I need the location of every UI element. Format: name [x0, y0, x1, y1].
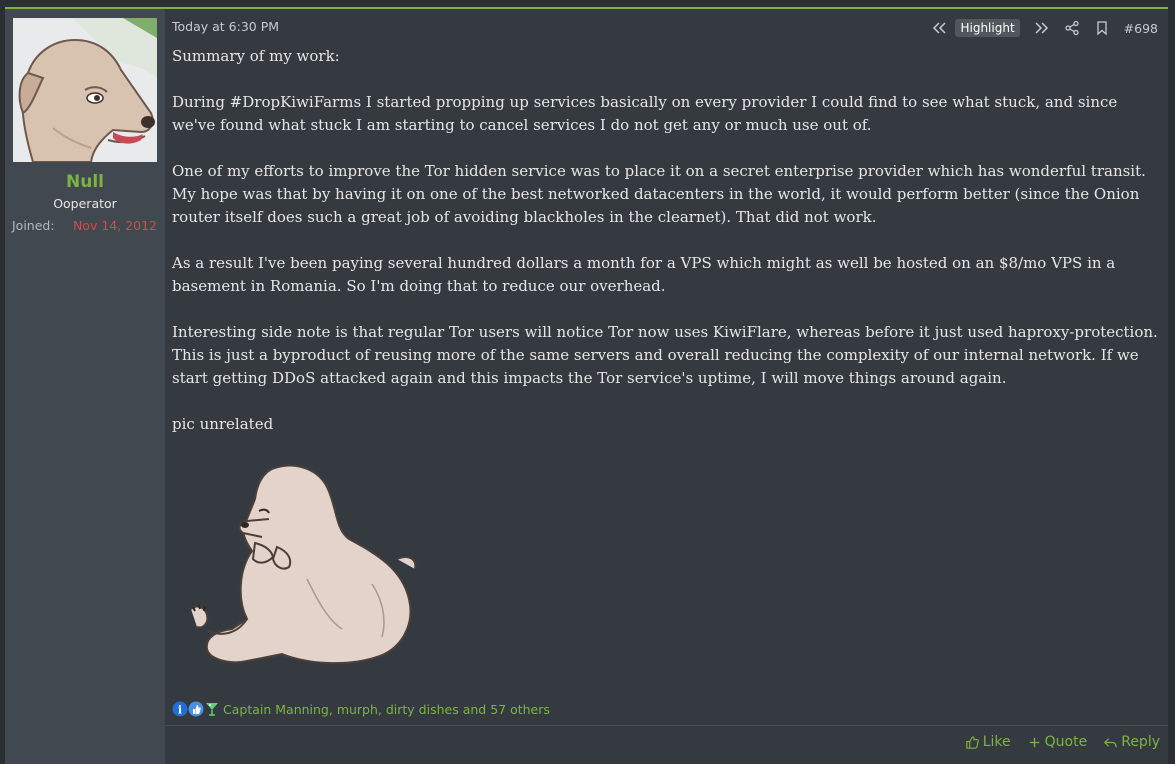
share-icon[interactable]	[1064, 20, 1080, 36]
previous-highlight-icon[interactable]	[931, 20, 947, 36]
highlight-badge[interactable]: Highlight	[955, 19, 1020, 37]
user-column: Null Ooperator Joined: Nov 14, 2012	[5, 9, 165, 764]
post-number[interactable]: #698	[1124, 21, 1158, 36]
post-paragraph: During #DropKiwiFarms I started propping…	[172, 93, 1118, 134]
reactions-bar[interactable]: i Captain Manning, murph, dirty dishes a…	[172, 700, 550, 718]
quote-label: Quote	[1044, 734, 1088, 750]
avatar[interactable]	[13, 18, 157, 162]
like-button[interactable]: Like	[965, 734, 1011, 750]
quote-button[interactable]: Quote	[1027, 734, 1088, 750]
plus-icon	[1029, 737, 1039, 747]
post-body: Summary of my work: During #DropKiwiFarm…	[172, 45, 1162, 459]
post-tools: Highlight #698	[931, 18, 1158, 38]
attached-image[interactable]	[177, 459, 427, 674]
joined-label: Joined:	[12, 218, 55, 233]
post-paragraph: As a result I've been paying several hun…	[172, 254, 1116, 295]
joined-date: Nov 14, 2012	[72, 218, 157, 233]
bookmark-icon[interactable]	[1094, 20, 1110, 36]
cocktail-icon	[204, 701, 220, 717]
like-icon	[188, 701, 204, 717]
post-paragraph: Interesting side note is that regular To…	[172, 323, 1158, 387]
reply-arrow-icon	[1104, 737, 1117, 747]
next-highlight-icon[interactable]	[1034, 20, 1050, 36]
thumbs-up-icon	[966, 735, 979, 749]
reply-button[interactable]: Reply	[1103, 734, 1160, 750]
post-date[interactable]: Today at 6:30 PM	[172, 19, 279, 34]
informative-icon: i	[172, 701, 188, 717]
post-container: Null Ooperator Joined: Nov 14, 2012 Toda…	[5, 7, 1168, 764]
like-label: Like	[982, 734, 1011, 750]
post-paragraph: pic unrelated	[172, 415, 274, 433]
post-paragraph: One of my efforts to improve the Tor hid…	[172, 162, 1146, 226]
footer-divider	[165, 725, 1168, 726]
post-actions: Like Quote Reply	[965, 732, 1160, 752]
user-title: Ooperator	[53, 196, 117, 211]
svg-text:i: i	[178, 704, 182, 717]
reactions-list[interactable]: Captain Manning, murph, dirty dishes and…	[223, 702, 550, 717]
post-paragraph: Summary of my work:	[172, 47, 340, 65]
username[interactable]: Null	[5, 172, 165, 192]
reply-label: Reply	[1121, 734, 1160, 750]
